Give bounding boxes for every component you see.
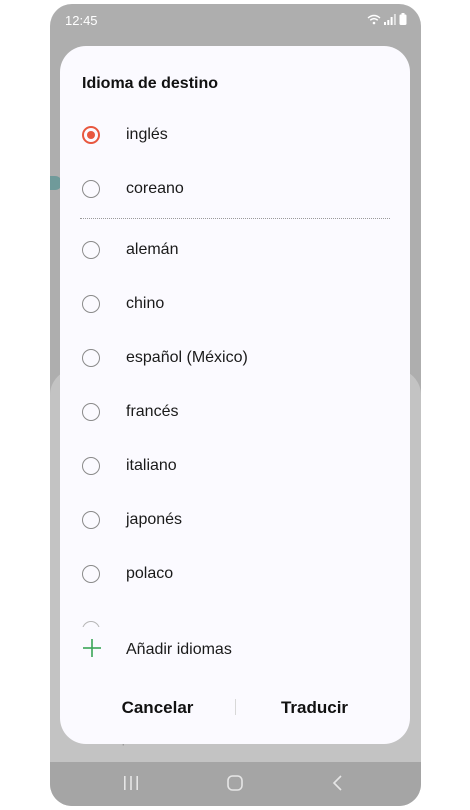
- status-time: 12:45: [65, 13, 98, 28]
- radio-unselected[interactable]: [82, 403, 100, 421]
- language-label: inglés: [126, 126, 168, 143]
- radio-unselected[interactable]: [82, 565, 100, 583]
- language-option-coreano[interactable]: coreano: [60, 162, 410, 216]
- radio-unselected[interactable]: [82, 241, 100, 259]
- language-option-italiano[interactable]: italiano: [60, 439, 410, 493]
- language-option-frances[interactable]: francés: [60, 385, 410, 439]
- radio-unselected[interactable]: [82, 180, 100, 198]
- home-icon[interactable]: [226, 774, 244, 792]
- plus-icon: [83, 639, 101, 657]
- button-separator: [235, 699, 236, 715]
- recents-icon[interactable]: [123, 774, 139, 792]
- language-option-polaco[interactable]: polaco: [60, 547, 410, 601]
- section-divider: [80, 218, 390, 219]
- language-label: alemán: [126, 241, 179, 258]
- translate-button[interactable]: Traducir: [257, 692, 372, 724]
- add-languages-row[interactable]: Añadir idiomas: [60, 634, 410, 664]
- dialog-actions: Cancelar Traducir: [60, 692, 410, 724]
- language-option-japones[interactable]: japonés: [60, 493, 410, 547]
- language-label: chino: [126, 295, 165, 312]
- language-label: japonés: [126, 511, 183, 528]
- radio-unselected[interactable]: [82, 349, 100, 367]
- status-icons: [367, 13, 407, 25]
- radio-unselected[interactable]: [82, 511, 100, 529]
- battery-icon: [399, 13, 407, 25]
- language-label: italiano: [126, 457, 177, 474]
- navigation-bar: [50, 762, 421, 806]
- target-language-dialog: Idioma de destino inglés coreano alemán …: [60, 46, 410, 744]
- cancel-button[interactable]: Cancelar: [100, 692, 215, 724]
- wifi-icon: [367, 14, 381, 24]
- language-option-ingles[interactable]: inglés: [60, 108, 410, 162]
- radio-partially-hidden: [82, 621, 100, 627]
- language-label: coreano: [126, 180, 184, 197]
- language-option-aleman[interactable]: alemán: [60, 223, 410, 277]
- radio-unselected[interactable]: [82, 295, 100, 313]
- language-label: polaco: [126, 565, 174, 582]
- status-bar: 12:45: [50, 4, 421, 38]
- language-option-espanol-mexico[interactable]: español (México): [60, 331, 410, 385]
- radio-unselected[interactable]: [82, 457, 100, 475]
- back-icon[interactable]: [331, 774, 345, 792]
- language-option-chino[interactable]: chino: [60, 277, 410, 331]
- add-languages-label: Añadir idiomas: [126, 641, 232, 658]
- language-label: español (México): [126, 349, 248, 366]
- radio-selected[interactable]: [82, 126, 100, 144]
- dialog-title: Idioma de destino: [82, 75, 219, 92]
- language-label: francés: [126, 403, 179, 420]
- signal-icon: [384, 13, 396, 25]
